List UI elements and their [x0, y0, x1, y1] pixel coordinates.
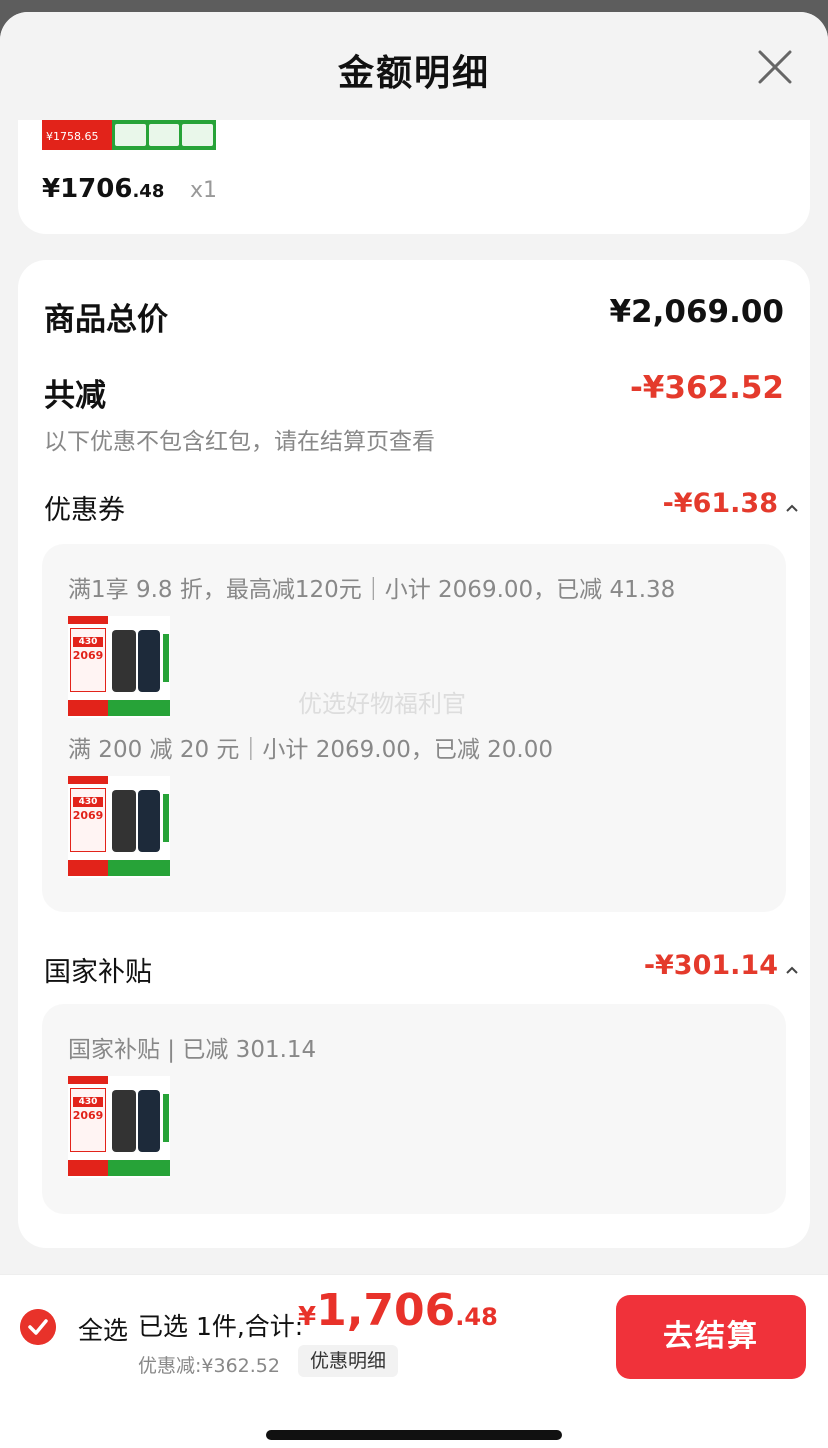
coupon-product-thumbnail[interactable]: 430 2069: [68, 616, 170, 718]
checkout-button[interactable]: 去结算: [616, 1295, 806, 1379]
coupon-rule: 满 200 减 20 元｜小计 2069.00，已减 20.00: [68, 737, 553, 763]
product-thumbnail[interactable]: ¥1758.65: [42, 120, 216, 150]
thumb-badge: 430 2069: [70, 628, 106, 692]
sheet-title: 金额明细: [337, 53, 490, 94]
caret-up-icon[interactable]: [784, 962, 800, 978]
home-area: [0, 1386, 828, 1448]
discount-note: 以下优惠不包含红包，请在结算页查看: [44, 429, 435, 455]
product-price-dec: .48: [132, 181, 165, 202]
checkout-bar: 全选 已选 1件,合计: ¥1,706.48 优惠减:¥362.52 优惠明细 …: [0, 1274, 828, 1386]
coupon-detail-box: 满1享 9.8 折，最高减120元｜小计 2069.00，已减 41.38 43…: [42, 544, 786, 912]
coupon-value[interactable]: -¥61.38: [663, 488, 778, 519]
home-indicator[interactable]: [266, 1430, 562, 1440]
amount-detail-sheet: 金额明细 ¥1758.65 ¥1706.48 x1 商品总价 ¥2,069.00…: [0, 12, 828, 1448]
price-breakdown-card: 商品总价 ¥2,069.00 共减 -¥362.52 以下优惠不包含红包，请在结…: [18, 260, 810, 1248]
select-all-label[interactable]: 全选: [78, 1311, 128, 1347]
watermark: 优选好物福利官: [298, 690, 466, 718]
close-icon[interactable]: [752, 44, 798, 90]
check-circle-icon[interactable]: [20, 1309, 56, 1345]
product-price: ¥1706.48: [42, 174, 164, 204]
thumb-badge: 430 2069: [70, 788, 106, 852]
subsidy-product-thumbnail[interactable]: 430 2069: [68, 1076, 170, 1178]
discount-label: 共减: [44, 378, 106, 414]
discount-value: -¥362.52: [629, 370, 784, 406]
thumb-price-tag: ¥1758.65: [42, 120, 112, 150]
total-value: ¥2,069.00: [609, 294, 784, 330]
total-amount: ¥1,706.48: [298, 1285, 498, 1336]
product-price-int: ¥1706: [42, 174, 133, 204]
total-amount-dec: .48: [455, 1303, 498, 1331]
total-label: 商品总价: [44, 302, 168, 338]
product-card: ¥1758.65 ¥1706.48 x1: [18, 120, 810, 234]
coupon-label: 优惠券: [44, 495, 125, 526]
caret-up-icon[interactable]: [784, 500, 800, 516]
total-currency: ¥: [298, 1302, 317, 1332]
thumb-subsidy-tags: [112, 120, 216, 150]
total-amount-int: 1,706: [316, 1285, 456, 1336]
selected-total-label: 已选 1件,合计:: [138, 1312, 304, 1341]
subsidy-label: 国家补贴: [44, 957, 152, 988]
product-quantity: x1: [190, 178, 218, 203]
subsidy-rule: 国家补贴 | 已减 301.14: [68, 1037, 317, 1063]
coupon-rule: 满1享 9.8 折，最高减120元｜小计 2069.00，已减 41.38: [68, 577, 676, 603]
discount-detail-button[interactable]: 优惠明细: [298, 1345, 399, 1377]
subsidy-value[interactable]: -¥301.14: [644, 950, 778, 981]
thumb-badge: 430 2069: [70, 1088, 106, 1152]
saved-amount: 优惠减:¥362.52: [138, 1355, 280, 1377]
subsidy-detail-box: 国家补贴 | 已减 301.14 430 2069: [42, 1004, 786, 1214]
sheet-header: 金额明细: [0, 12, 828, 122]
coupon-product-thumbnail[interactable]: 430 2069: [68, 776, 170, 878]
